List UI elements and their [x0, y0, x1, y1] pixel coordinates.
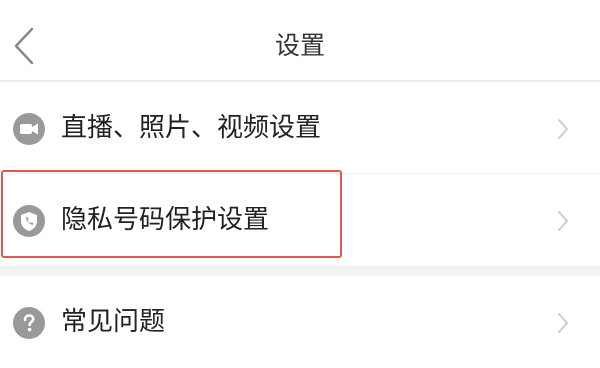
help-question-icon [13, 307, 45, 339]
page-title: 设置 [274, 31, 325, 60]
settings-item-label: 隐私号码保护设置 [61, 205, 270, 235]
chevron-right-icon [558, 211, 568, 231]
settings-item-faq[interactable]: 常见问题 [0, 276, 600, 368]
settings-item-live-photo-video[interactable]: 直播、照片、视频设置 [0, 82, 600, 174]
settings-item-privacy-number-protection[interactable]: 隐私号码保护设置 [0, 174, 600, 266]
chevron-left-icon [14, 27, 34, 65]
settings-item-label: 直播、照片、视频设置 [61, 113, 322, 143]
video-camera-icon [13, 113, 45, 145]
navigation-bar: 设置 [0, 0, 600, 82]
chevron-right-icon [558, 313, 568, 333]
settings-item-label: 常见问题 [61, 307, 166, 337]
section-gap [0, 266, 600, 276]
phone-shield-icon [13, 205, 45, 237]
chevron-right-icon [558, 119, 568, 139]
back-button[interactable] [0, 0, 60, 82]
